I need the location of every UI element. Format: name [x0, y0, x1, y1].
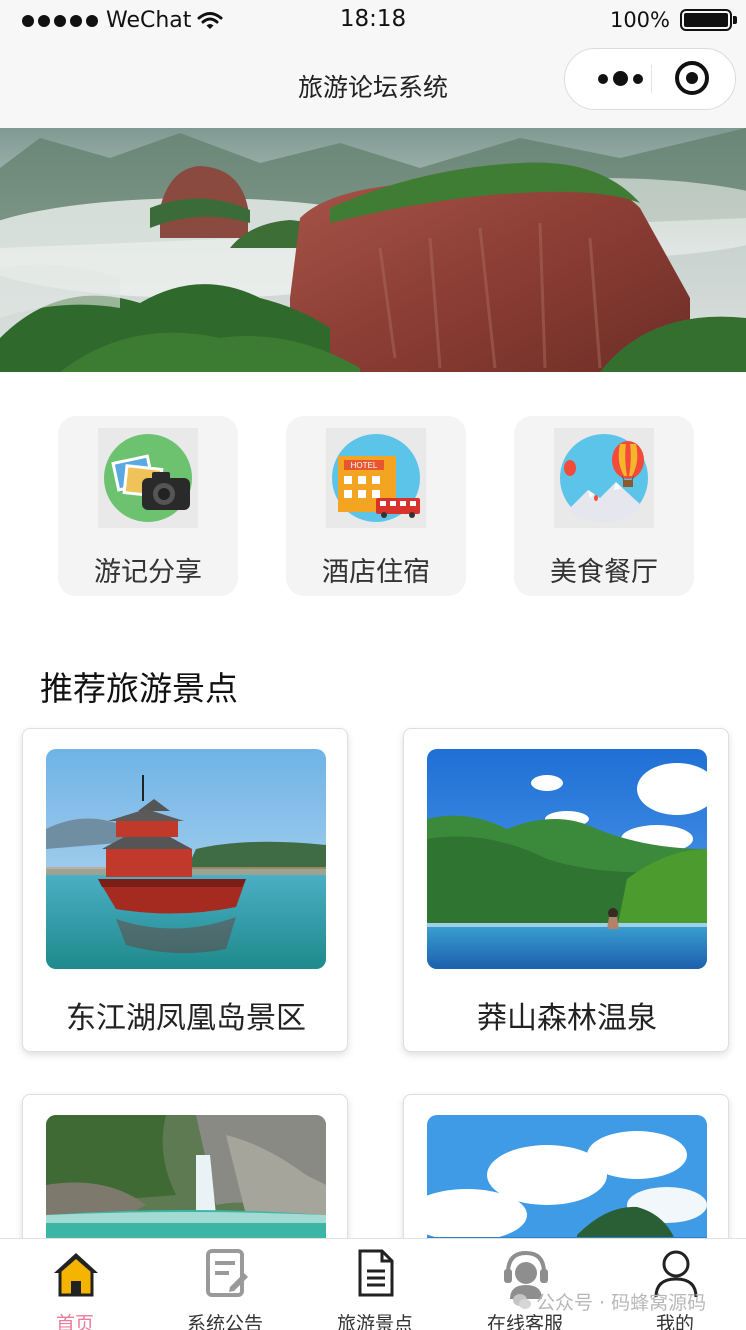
category-label: 酒店住宿 [322, 557, 430, 588]
tab-label: 首页 [55, 1313, 94, 1330]
watermark-text: 公众号 · 码蜂窝源码 [536, 1292, 707, 1314]
camera-photos-icon [98, 428, 198, 528]
spot-title: 莽山森林温泉 [477, 1001, 657, 1036]
home-icon [54, 1253, 98, 1297]
battery-percent: 100% [609, 8, 670, 32]
tab-home[interactable]: 首页 [0, 1239, 150, 1330]
banner-image-mountain [0, 128, 746, 372]
category-food[interactable]: 美食餐厅 [514, 416, 694, 596]
spot-image-boat [46, 749, 326, 969]
capsule-divider [651, 65, 652, 93]
more-menu-icon[interactable] [585, 49, 655, 108]
tab-customer-service[interactable]: 在线客服 [450, 1239, 600, 1330]
wechat-logo-icon [513, 1293, 531, 1309]
spot-image-hot-spring [427, 749, 707, 969]
tab-scenic-spots[interactable]: 旅游景点 [300, 1239, 450, 1330]
hotel-icon: HOTEL [326, 428, 426, 528]
nav-bar: 旅游论坛系统 [0, 44, 746, 128]
battery-icon [680, 9, 737, 31]
notice-icon [206, 1249, 248, 1297]
svg-text:HOTEL: HOTEL [351, 461, 378, 470]
tab-label: 系统公告 [186, 1313, 263, 1330]
spot-card[interactable]: 东江湖凤凰岛景区 [22, 728, 348, 1052]
spot-title: 东江湖凤凰岛景区 [66, 1001, 306, 1036]
status-right: 100% [609, 8, 737, 32]
tab-mine[interactable]: 我的 [600, 1239, 746, 1330]
close-mini-program-icon[interactable] [675, 61, 709, 95]
mini-program-capsule [564, 48, 736, 110]
bottom-tab-bar: 首页 系统公告 旅游景点 在线客服 我的 [0, 1238, 746, 1330]
category-label: 美食餐厅 [550, 557, 658, 588]
spot-card[interactable]: 莽山森林温泉 [403, 728, 729, 1052]
section-title-recommended: 推荐旅游景点 [40, 669, 238, 708]
category-hotel[interactable]: HOTEL 酒店住宿 [286, 416, 466, 596]
document-icon [358, 1249, 394, 1297]
category-travel-notes[interactable]: 游记分享 [58, 416, 238, 596]
tab-label: 旅游景点 [336, 1313, 413, 1330]
tab-notice[interactable]: 系统公告 [150, 1239, 300, 1330]
banner-carousel[interactable] [0, 128, 746, 372]
hot-air-balloon-icon [554, 428, 654, 528]
watermark: 公众号 · 码蜂窝源码 [512, 1288, 706, 1315]
category-label: 游记分享 [94, 557, 202, 588]
status-bar: WeChat 18:18 100% [0, 0, 746, 44]
